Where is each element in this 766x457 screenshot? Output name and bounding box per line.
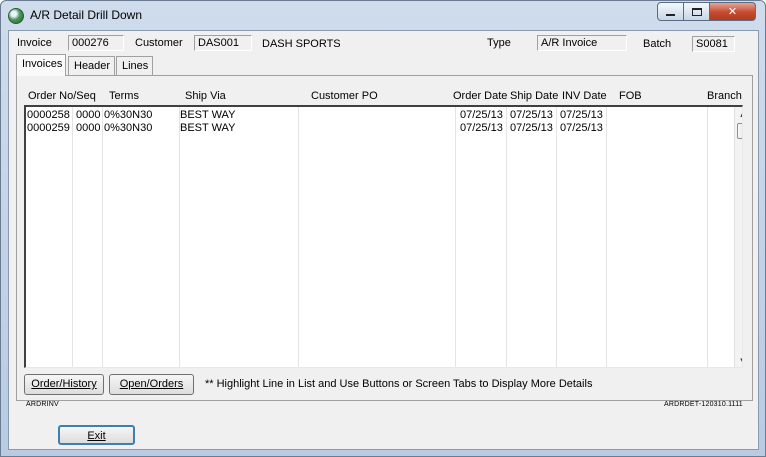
invoices-tab-panel: Order No/Seq Terms Ship Via Customer PO … [16, 75, 753, 408]
inv-date-cell: 07/25/13 [560, 122, 603, 134]
col-header-ship-via: Ship Via [185, 90, 226, 102]
table-row[interactable]: 0000258 0000 0%30N30 BEST WAY 07/25/13 0… [26, 109, 726, 122]
col-header-customer-po: Customer PO [311, 90, 378, 102]
tab-lines[interactable]: Lines [116, 56, 153, 76]
column-divider [707, 107, 708, 367]
col-header-terms: Terms [109, 90, 139, 102]
column-divider [556, 107, 557, 367]
invoice-field[interactable]: 000276 [68, 35, 124, 51]
form-code-right: ARDRDET-120310.1111 [664, 401, 743, 408]
ship-via-cell: BEST WAY [180, 109, 236, 121]
order-date-cell: 07/25/13 [460, 109, 503, 121]
col-header-ship-date: Ship Date [510, 90, 559, 102]
terms-cell: 0%30N30 [104, 109, 153, 121]
invoice-label: Invoice [17, 37, 52, 49]
customer-label: Customer [135, 37, 183, 49]
column-divider [102, 107, 103, 367]
ship-date-cell: 07/25/13 [510, 109, 553, 121]
type-label: Type [487, 37, 511, 49]
ship-via-cell: BEST WAY [180, 122, 236, 134]
col-header-order-no-seq: Order No/Seq [28, 90, 96, 102]
terms-cell: 0%30N30 [104, 122, 153, 134]
batch-field[interactable]: S0081 [692, 36, 735, 52]
list-vertical-scrollbar[interactable]: ▲ ▼ [734, 107, 742, 367]
close-icon: ✕ [727, 5, 738, 18]
column-divider [298, 107, 299, 367]
col-header-inv-date: INV Date [562, 90, 607, 102]
invoices-list[interactable]: 0000258 0000 0%30N30 BEST WAY 07/25/13 0… [24, 105, 743, 368]
col-header-order-date: Order Date [453, 90, 508, 102]
maximize-icon [691, 7, 702, 16]
scroll-down-arrow-icon[interactable]: ▼ [735, 354, 742, 367]
column-divider [606, 107, 607, 367]
minimize-icon [666, 13, 675, 16]
type-field[interactable]: A/R Invoice [537, 35, 627, 51]
open-orders-label: Open/Orders [119, 378, 184, 390]
client-area: Invoice 000276 Customer DAS001 DASH SPOR… [8, 30, 759, 450]
title-bar[interactable]: A/R Detail Drill Down ✕ [1, 1, 765, 29]
app-window: A/R Detail Drill Down ✕ Invoice 000276 C… [0, 0, 766, 457]
order-no-cell: 0000258 [27, 109, 70, 121]
exit-label: Exit [87, 430, 106, 442]
order-no-cell: 0000259 [27, 122, 70, 134]
order-history-button[interactable]: Order/History [24, 374, 104, 395]
column-divider [72, 107, 73, 367]
order-date-cell: 07/25/13 [460, 122, 503, 134]
inv-date-cell: 07/25/13 [560, 109, 603, 121]
exit-button[interactable]: Exit [58, 425, 135, 445]
order-history-label: Order/History [31, 378, 97, 390]
customer-name: DASH SPORTS [262, 38, 341, 50]
form-code-left: ARDRINV [26, 401, 59, 408]
batch-label: Batch [643, 38, 672, 50]
column-divider [179, 107, 180, 367]
scroll-up-arrow-icon[interactable]: ▲ [735, 107, 742, 121]
customer-field[interactable]: DAS001 [194, 35, 252, 51]
ship-date-cell: 07/25/13 [510, 122, 553, 134]
window-title: A/R Detail Drill Down [30, 8, 143, 22]
open-orders-button[interactable]: Open/Orders [109, 374, 194, 395]
col-header-fob: FOB [619, 90, 642, 102]
app-globe-icon [8, 8, 24, 24]
seq-cell: 0000 [76, 122, 101, 134]
column-divider [506, 107, 507, 367]
hint-text: ** Highlight Line in List and Use Button… [205, 378, 593, 390]
col-header-branch: Branch [707, 90, 742, 102]
maximize-button[interactable] [684, 2, 710, 21]
close-button[interactable]: ✕ [710, 2, 756, 21]
tab-invoices[interactable]: Invoices [16, 54, 66, 76]
seq-cell: 0000 [76, 109, 101, 121]
minimize-button[interactable] [657, 2, 684, 21]
scroll-thumb[interactable] [737, 123, 742, 139]
tab-header[interactable]: Header [68, 56, 115, 76]
column-divider [455, 107, 456, 367]
table-row[interactable]: 0000259 0000 0%30N30 BEST WAY 07/25/13 0… [26, 122, 726, 135]
